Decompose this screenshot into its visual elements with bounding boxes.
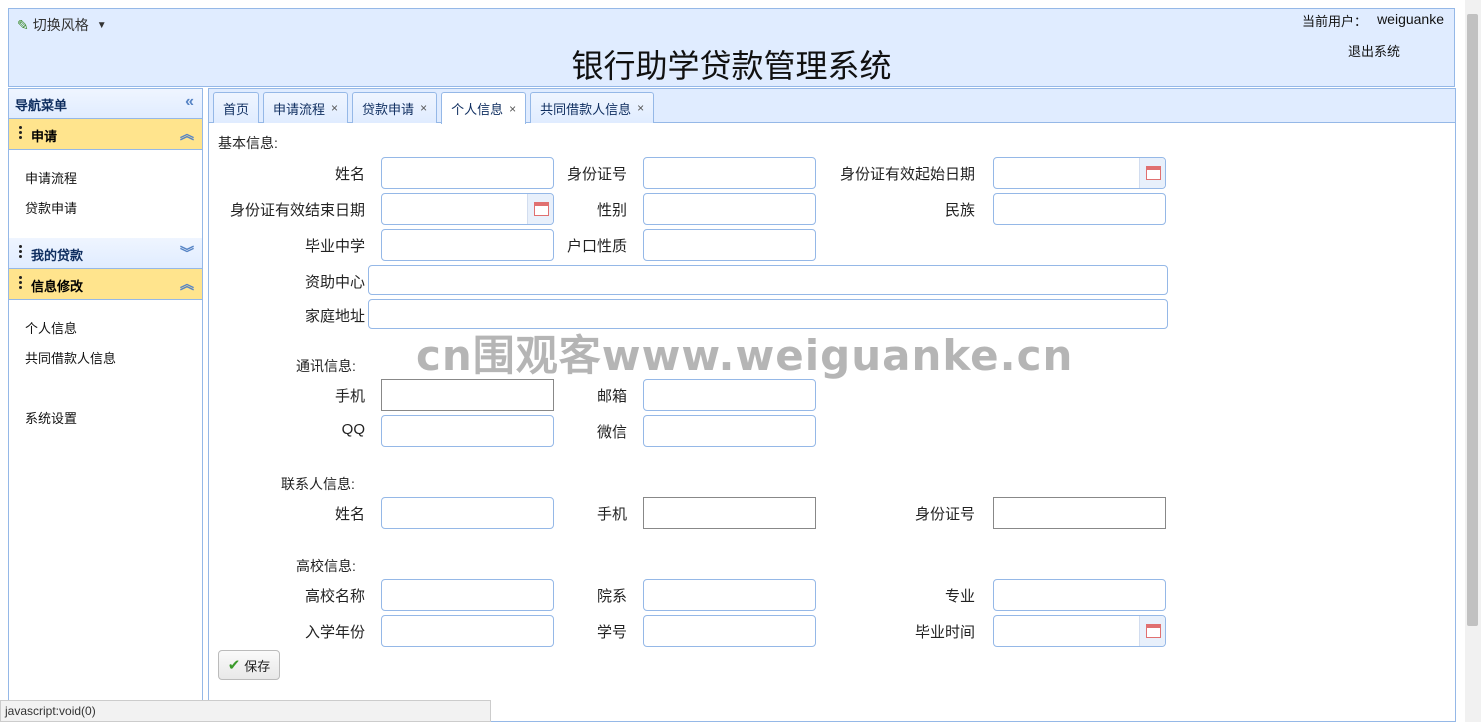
accordion-apply-title: 申请 bbox=[31, 129, 58, 144]
theme-switch-menu[interactable]: ✎ 切换风格 ▼ bbox=[17, 15, 107, 35]
tab-coborrower-info-label: 共同借款人信息 bbox=[540, 101, 632, 117]
section-liaison-title: 联系人信息: bbox=[281, 476, 355, 492]
household-type-input[interactable] bbox=[643, 229, 816, 261]
nav-menu-header: 导航菜单 « bbox=[9, 89, 202, 119]
label-home-address: 家庭地址 bbox=[304, 308, 365, 325]
label-college-name: 高校名称 bbox=[304, 588, 365, 605]
accordion-apply-body: 申请流程 贷款申请 bbox=[9, 150, 202, 238]
student-no-input[interactable] bbox=[643, 615, 816, 647]
close-icon[interactable]: × bbox=[637, 101, 644, 115]
liaison-id-input[interactable] bbox=[993, 497, 1166, 529]
accordion-my-loans-title: 我的贷款 bbox=[31, 248, 84, 263]
app-header: ✎ 切换风格 ▼ 银行助学贷款管理系统 当前用户： weiguanke 退出系统 bbox=[8, 8, 1455, 87]
theme-switch-label: 切换风格 bbox=[32, 17, 89, 33]
page-scrollbar[interactable] bbox=[1465, 0, 1481, 722]
scrollbar-thumb[interactable] bbox=[1467, 14, 1478, 626]
close-icon[interactable]: × bbox=[509, 102, 516, 116]
tab-apply-process[interactable]: 申请流程 × bbox=[263, 92, 349, 123]
accordion-info-edit-body: 个人信息 共同借款人信息 系统设置 bbox=[9, 300, 202, 446]
accordion-info-edit[interactable]: 信息修改 ︽ bbox=[9, 269, 202, 300]
sidebar-item-loan-apply[interactable]: 贷款申请 bbox=[25, 198, 202, 228]
save-button-label: 保存 bbox=[244, 658, 271, 674]
sidebar: 导航菜单 « 申请 ︽ 申请流程 贷款申请 我的贷款 ︾ 信息修改 ︽ 个人信息… bbox=[8, 88, 203, 722]
calendar-icon[interactable] bbox=[1139, 158, 1165, 188]
current-user: 当前用户： weiguanke bbox=[1302, 11, 1444, 30]
tab-loan-apply[interactable]: 贷款申请 × bbox=[352, 92, 438, 123]
close-icon[interactable]: × bbox=[331, 101, 338, 115]
save-button[interactable]: ✔ 保存 bbox=[218, 650, 280, 680]
section-contact-title: 通讯信息: bbox=[296, 358, 356, 374]
label-high-school: 毕业中学 bbox=[304, 238, 365, 255]
label-mobile: 手机 bbox=[334, 388, 365, 405]
tab-personal-info-label: 个人信息 bbox=[451, 102, 504, 117]
close-icon[interactable]: × bbox=[420, 101, 427, 115]
sidebar-item-system-settings[interactable]: 系统设置 bbox=[25, 408, 202, 438]
wechat-input[interactable] bbox=[643, 415, 816, 447]
tab-coborrower-info[interactable]: 共同借款人信息 × bbox=[530, 92, 655, 123]
tab-home-label: 首页 bbox=[223, 101, 250, 117]
label-liaison-id: 身份证号 bbox=[914, 506, 975, 523]
tab-apply-process-label: 申请流程 bbox=[273, 101, 326, 117]
section-college-title: 高校信息: bbox=[296, 558, 356, 574]
gender-input[interactable] bbox=[643, 193, 816, 225]
browser-status-bar: javascript:void(0) bbox=[0, 700, 491, 722]
label-liaison-name: 姓名 bbox=[334, 506, 365, 523]
accordion-apply[interactable]: 申请 ︽ bbox=[9, 119, 202, 150]
tab-personal-info[interactable]: 个人信息 × bbox=[441, 92, 527, 124]
chevron-up-icon: ︽ bbox=[180, 126, 194, 142]
pencil-icon: ✎ bbox=[17, 16, 29, 33]
liaison-mobile-input[interactable] bbox=[643, 497, 816, 529]
label-department: 院系 bbox=[596, 588, 627, 605]
label-graduation-time: 毕业时间 bbox=[914, 624, 975, 641]
sidebar-item-apply-process[interactable]: 申请流程 bbox=[25, 168, 202, 198]
section-basic-title: 基本信息: bbox=[218, 135, 278, 151]
home-address-input[interactable] bbox=[368, 299, 1168, 329]
grip-icon bbox=[19, 126, 23, 141]
id-number-input[interactable] bbox=[643, 157, 816, 189]
label-aid-center: 资助中心 bbox=[304, 274, 365, 291]
system-title: 银行助学贷款管理系统 bbox=[571, 47, 892, 85]
accordion-info-edit-title: 信息修改 bbox=[31, 279, 84, 294]
ethnicity-input[interactable] bbox=[993, 193, 1166, 225]
collapse-left-icon[interactable]: « bbox=[185, 93, 194, 111]
sidebar-item-personal-info[interactable]: 个人信息 bbox=[25, 318, 202, 348]
email-input[interactable] bbox=[643, 379, 816, 411]
label-id-number: 身份证号 bbox=[566, 166, 627, 183]
grip-icon bbox=[19, 276, 23, 291]
label-gender: 性别 bbox=[596, 202, 627, 219]
username: weiguanke bbox=[1377, 11, 1444, 27]
caret-down-icon: ▼ bbox=[96, 19, 107, 31]
sidebar-item-coborrower-info[interactable]: 共同借款人信息 bbox=[25, 348, 202, 378]
aid-center-input[interactable] bbox=[368, 265, 1168, 295]
label-household-type: 户口性质 bbox=[566, 238, 627, 255]
department-input[interactable] bbox=[643, 579, 816, 611]
check-icon: ✔ bbox=[227, 657, 241, 674]
label-id-valid-end: 身份证有效结束日期 bbox=[229, 202, 365, 219]
logout-link[interactable]: 退出系统 bbox=[1348, 41, 1400, 60]
label-qq: QQ bbox=[341, 421, 365, 438]
main-panel: 首页 申请流程 × 贷款申请 × 个人信息 × 共同借款人信息 × 基本信息: 姓名 身… bbox=[208, 88, 1456, 722]
tab-home[interactable]: 首页 bbox=[213, 92, 260, 123]
label-enroll-year: 入学年份 bbox=[304, 624, 365, 641]
label-major: 专业 bbox=[944, 588, 975, 605]
current-user-label: 当前用户： bbox=[1302, 14, 1368, 29]
label-ethnicity: 民族 bbox=[944, 202, 975, 219]
label-name: 姓名 bbox=[334, 166, 365, 183]
accordion-my-loans[interactable]: 我的贷款 ︾ bbox=[9, 238, 202, 269]
id-valid-start-datebox[interactable] bbox=[993, 157, 1166, 189]
label-liaison-mobile: 手机 bbox=[596, 506, 627, 523]
chevron-down-icon: ︾ bbox=[180, 245, 194, 261]
major-input[interactable] bbox=[993, 579, 1166, 611]
label-id-valid-start: 身份证有效起始日期 bbox=[839, 166, 975, 183]
tab-loan-apply-label: 贷款申请 bbox=[362, 101, 415, 117]
chevron-up-icon: ︽ bbox=[180, 276, 194, 292]
tab-bar: 首页 申请流程 × 贷款申请 × 个人信息 × 共同借款人信息 × bbox=[209, 89, 1455, 124]
calendar-icon[interactable] bbox=[1139, 616, 1165, 646]
label-wechat: 微信 bbox=[596, 424, 627, 441]
nav-menu-title: 导航菜单 bbox=[15, 98, 68, 113]
grip-icon bbox=[19, 245, 23, 260]
label-email: 邮箱 bbox=[596, 388, 627, 405]
label-student-no: 学号 bbox=[596, 624, 627, 641]
graduation-time-datebox[interactable] bbox=[993, 615, 1166, 647]
